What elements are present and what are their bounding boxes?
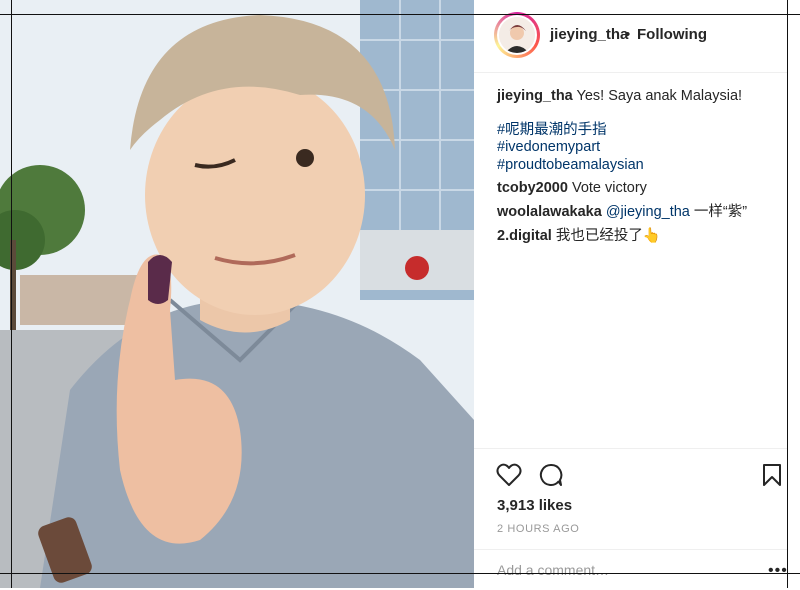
post-details-panel: jieying_tha • Following jieying_tha Yes!… (474, 0, 787, 588)
avatar-picture-icon (499, 17, 535, 53)
caption-username[interactable]: jieying_tha (497, 88, 573, 104)
comment-box: ••• (474, 549, 787, 590)
frame-line-top (0, 14, 800, 15)
caption: jieying_tha Yes! Saya anak Malaysia! (497, 86, 742, 106)
comment-text: Vote victory (571, 180, 647, 196)
frame-line-left (11, 0, 12, 588)
post-header: jieying_tha • Following (474, 0, 787, 73)
heart-icon[interactable] (496, 463, 522, 487)
frame-line-right (787, 0, 788, 588)
post-actions: 3,913 likes 2 HOURS AGO ••• (474, 448, 787, 589)
avatar[interactable] (494, 12, 540, 58)
comment-text: 一样“紫” (693, 204, 748, 220)
comment-username[interactable]: woolalawakaka (497, 204, 602, 220)
hashtag-link[interactable]: #ivedonemypart (497, 137, 600, 157)
comment-bubble-icon[interactable] (538, 463, 564, 487)
comment-item: 2.digital 我也已经投了👆 (497, 226, 661, 246)
likes-count[interactable]: 3,913 likes (497, 497, 572, 514)
avatar-border (497, 15, 537, 55)
post-photo[interactable] (0, 0, 474, 588)
following-button[interactable]: Following (637, 26, 707, 43)
more-options-button[interactable]: ••• (768, 562, 788, 580)
comment-mention[interactable]: @jieying_tha (606, 204, 690, 220)
avatar-image (499, 17, 535, 53)
comment-username[interactable]: tcoby2000 (497, 180, 568, 196)
header-username[interactable]: jieying_tha (550, 26, 628, 43)
comment-username[interactable]: 2.digital (497, 228, 552, 244)
post-timestamp[interactable]: 2 HOURS AGO (497, 523, 579, 535)
selfie-image (0, 0, 474, 588)
hashtag-link[interactable]: #proudtobeamalaysian (497, 155, 644, 175)
add-comment-input[interactable] (497, 560, 737, 580)
comment-item: tcoby2000 Vote victory (497, 178, 647, 198)
frame-line-bottom (0, 573, 800, 574)
comment-text: 我也已经投了👆 (555, 228, 661, 244)
bookmark-icon[interactable] (762, 463, 782, 487)
comment-item: woolalawakaka @jieying_tha 一样“紫” (497, 202, 747, 222)
caption-text: Yes! Saya anak Malaysia! (576, 88, 743, 104)
header-separator: • (625, 26, 631, 43)
